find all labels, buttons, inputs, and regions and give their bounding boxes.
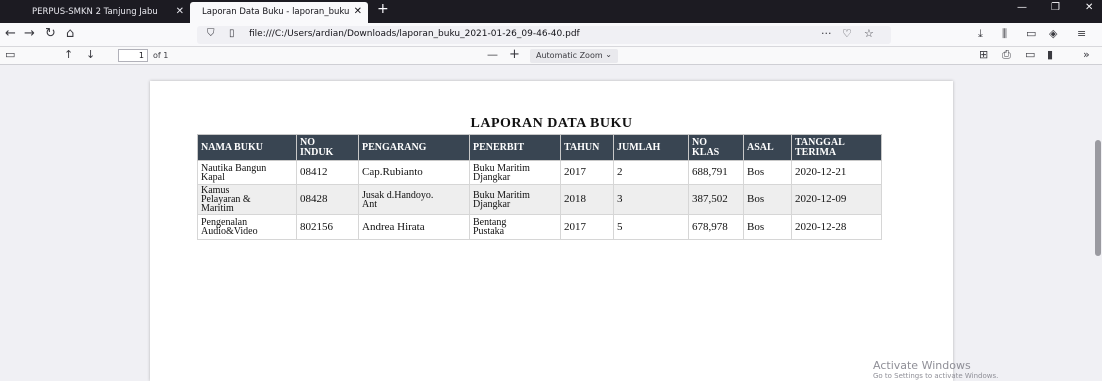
bookmark-icon[interactable]: ▮: [1047, 48, 1053, 61]
sidebar-toggle-icon[interactable]: ▭: [5, 48, 15, 61]
home-icon[interactable]: ⌂: [66, 26, 74, 41]
cell-asal: Bos: [743, 214, 792, 240]
cell-jumlah: 5: [613, 214, 689, 240]
column-header: NO INDUK: [296, 134, 359, 161]
column-header: ASAL: [743, 134, 792, 161]
tab-strip: PERPUS-SMKN 2 Tanjung Jabu ✕ Laporan Dat…: [0, 0, 1102, 23]
cell-no-klas: 678,978: [688, 214, 744, 240]
pocket-icon[interactable]: ♡: [842, 27, 852, 40]
chevron-down-icon: ⌄: [605, 50, 612, 59]
page-actions-icon[interactable]: ···: [821, 27, 832, 40]
page-count: of 1: [153, 51, 169, 60]
cell-pengarang: Cap.Rubianto: [358, 160, 470, 185]
page-number-input[interactable]: 1: [118, 49, 148, 62]
cell-asal: Bos: [743, 160, 792, 185]
books-table: NAMA BUKU NO INDUK PENGARANG PENERBIT TAH…: [197, 134, 882, 240]
page-icon: ▯: [229, 28, 235, 39]
close-icon[interactable]: ✕: [354, 6, 362, 17]
cell-nama-buku: Nautika Bangun Kapal: [197, 160, 297, 185]
watermark-line2: Go to Settings to activate Windows.: [873, 372, 999, 380]
tab-label: Laporan Data Buku - laporan_buku: [202, 7, 350, 17]
close-icon[interactable]: ✕: [176, 6, 184, 17]
library-icon[interactable]: ⫼: [1002, 27, 1007, 41]
column-header: PENERBIT: [469, 134, 561, 161]
tab-laporan[interactable]: Laporan Data Buku - laporan_buku ✕: [190, 2, 368, 23]
reload-icon[interactable]: ↻: [45, 26, 56, 41]
url-bar[interactable]: ⛉ ▯ file:///C:/Users/ardian/Downloads/la…: [197, 26, 891, 44]
cell-asal: Bos: [743, 184, 792, 215]
extension-icon[interactable]: ◈: [1049, 27, 1057, 40]
cell-jumlah: 2: [613, 160, 689, 185]
document-title: LAPORAN DATA BUKU: [470, 116, 633, 131]
cell-no-induk: 08412: [296, 160, 359, 185]
table-row: Nautika Bangun Kapal 08412 Cap.Rubianto B…: [197, 160, 882, 185]
table-header-row: NAMA BUKU NO INDUK PENGARANG PENERBIT TAH…: [197, 134, 882, 161]
zoom-select[interactable]: Automatic Zoom ⌄: [530, 49, 618, 63]
zoom-in-icon[interactable]: +: [509, 47, 520, 62]
cell-penerbit: Bentang Pustaka: [469, 214, 561, 240]
cell-nama-buku: Kamus Pelayaran & Maritim: [197, 184, 297, 215]
print-icon[interactable]: ⎙: [1002, 48, 1011, 62]
minimize-icon[interactable]: —: [1017, 2, 1027, 13]
tools-chevron-icon[interactable]: »: [1083, 48, 1090, 61]
cell-jumlah: 3: [613, 184, 689, 215]
forward-icon[interactable]: →: [24, 26, 35, 41]
cell-no-induk: 802156: [296, 214, 359, 240]
downloads-icon[interactable]: ⤓: [978, 27, 983, 41]
table-row: Kamus Pelayaran & Maritim 08428 Jusak d.Ha…: [197, 184, 882, 215]
cell-nama-buku: Pengenalan Audio&Video: [197, 214, 297, 240]
column-header: PENGARANG: [358, 134, 470, 161]
previous-page-icon[interactable]: ↑: [64, 48, 73, 61]
cell-tanggal-terima: 2020-12-21: [791, 160, 882, 185]
cell-tahun: 2017: [560, 214, 614, 240]
save-icon[interactable]: ▭: [1025, 48, 1035, 61]
cell-no-klas: 387,502: [688, 184, 744, 215]
menu-icon[interactable]: ≡: [1077, 27, 1086, 40]
shield-icon[interactable]: ⛉: [207, 28, 215, 39]
close-window-icon[interactable]: ✕: [1085, 2, 1093, 13]
sidebar-icon[interactable]: ▭: [1026, 27, 1036, 40]
cell-penerbit: Buku Maritim Djangkar: [469, 160, 561, 185]
column-header: TAHUN: [560, 134, 614, 161]
cell-pengarang: Andrea Hirata: [358, 214, 470, 240]
cell-tanggal-terima: 2020-12-09: [791, 184, 882, 215]
column-header: NAMA BUKU: [197, 134, 297, 161]
cell-no-klas: 688,791: [688, 160, 744, 185]
new-tab-button[interactable]: +: [377, 1, 389, 17]
pdf-toolbar: ▭ ↑ ↓ 1 of 1 — + Automatic Zoom ⌄ ⊞ ⎙ ▭ …: [0, 47, 1102, 65]
next-page-icon[interactable]: ↓: [86, 48, 95, 61]
cell-pengarang: Jusak d.Handoyo. Ant: [358, 184, 470, 215]
navigation-bar: ← → ↻ ⌂ ⛉ ▯ file:///C:/Users/ardian/Down…: [0, 23, 1102, 47]
tab-label: PERPUS-SMKN 2 Tanjung Jabu: [32, 7, 158, 17]
zoom-out-icon[interactable]: —: [487, 48, 498, 61]
column-header: NO KLAS: [688, 134, 744, 161]
cell-tahun: 2018: [560, 184, 614, 215]
pdf-page: LAPORAN DATA BUKU NAMA BUKU NO INDUK PENG…: [150, 81, 953, 381]
table-row: Pengenalan Audio&Video 802156 Andrea Hira…: [197, 214, 882, 240]
bookmark-star-icon[interactable]: ☆: [864, 27, 874, 40]
column-header: JUMLAH: [613, 134, 689, 161]
presentation-icon[interactable]: ⊞: [979, 48, 988, 61]
scrollbar-thumb[interactable]: [1095, 140, 1101, 256]
cell-tahun: 2017: [560, 160, 614, 185]
column-header: TANGGAL TERIMA: [791, 134, 882, 161]
cell-penerbit: Buku Maritim Djangkar: [469, 184, 561, 215]
tab-perpus[interactable]: PERPUS-SMKN 2 Tanjung Jabu ✕: [20, 2, 190, 23]
zoom-label: Automatic Zoom: [536, 51, 603, 60]
scrollbar[interactable]: [1094, 66, 1102, 381]
watermark-line1: Activate Windows: [873, 359, 971, 372]
restore-icon[interactable]: ❐: [1051, 2, 1060, 13]
cell-no-induk: 08428: [296, 184, 359, 215]
activation-watermark: Activate Windows Go to Settings to activ…: [873, 359, 998, 380]
cell-tanggal-terima: 2020-12-28: [791, 214, 882, 240]
back-icon[interactable]: ←: [5, 26, 16, 41]
url-text[interactable]: file:///C:/Users/ardian/Downloads/lapora…: [249, 29, 580, 39]
